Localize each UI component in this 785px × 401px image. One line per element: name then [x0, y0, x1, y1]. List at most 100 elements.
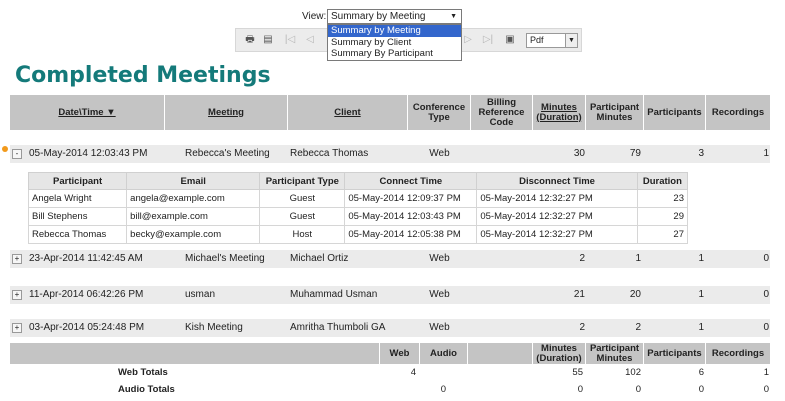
participant-row: Rebecca Thomas becky@example.com Host 05…: [27, 225, 689, 244]
web-totals-row: Web Totals 4 55 102 6 1: [10, 364, 770, 382]
meeting-participants: 1: [698, 322, 704, 333]
participant-column-header: Participant: [27, 172, 128, 190]
meeting-row[interactable]: - 05-May-2014 12:03:43 PM Rebecca's Meet…: [10, 145, 770, 163]
totals-header-minutes: Minutes (Duration): [533, 343, 586, 364]
meeting-client: Muhammad Usman: [290, 289, 378, 300]
meeting-type: Web: [429, 148, 450, 159]
participant-name: Angela Wright: [27, 189, 128, 208]
meeting-type: Web: [429, 289, 450, 300]
active-indicator-dot: [2, 146, 8, 152]
web-totals-label: Web Totals: [118, 367, 168, 378]
prev-page-icon[interactable]: ◁: [304, 34, 316, 46]
meeting-client: Rebecca Thomas: [290, 148, 369, 159]
web-totals-participant-minutes: 102: [625, 367, 641, 378]
meeting-recordings: 0: [763, 289, 769, 300]
collapse-button[interactable]: -: [12, 149, 22, 159]
meeting-datetime: 11-Apr-2014 06:42:26 PM: [29, 289, 144, 300]
column-header-participant-minutes: Participant Minutes: [586, 95, 644, 130]
totals-table-header: Web Audio Minutes (Duration) Participant…: [10, 343, 770, 364]
view-dropdown-list: Summary by Meeting Summary by Client Sum…: [327, 24, 462, 61]
export-format-select[interactable]: Pdf ▼: [526, 33, 578, 48]
meeting-minutes: 30: [573, 148, 585, 159]
audio-totals-row: Audio Totals 0 0 0 0 0: [10, 381, 770, 399]
disconnect-time-column-header: Disconnect Time: [476, 172, 638, 190]
view-label: View:: [302, 11, 327, 22]
web-totals-minutes: 55: [572, 367, 583, 378]
meeting-minutes: 2: [579, 253, 585, 264]
audio-totals-web: [380, 381, 416, 399]
participant-duration: 23: [636, 189, 689, 208]
participant-connect-time: 05-May-2014 12:03:43 PM: [344, 207, 478, 226]
participant-row: Angela Wright angela@example.com Guest 0…: [27, 189, 689, 208]
meeting-minutes: 21: [573, 289, 585, 300]
column-header-billing-reference: Billing Reference Code: [471, 95, 533, 130]
totals-header-participants: Participants: [644, 343, 706, 364]
meeting-client: Amritha Thumboli GA: [290, 322, 386, 333]
meeting-name: Michael's Meeting: [185, 253, 265, 264]
participant-row: Bill Stephens bill@example.com Guest 05-…: [27, 207, 689, 226]
export-icon[interactable]: ▤: [262, 34, 274, 46]
meeting-datetime: 23-Apr-2014 11:42:45 AM: [29, 253, 143, 264]
expand-button[interactable]: +: [12, 254, 22, 264]
audio-totals-minutes: 0: [577, 384, 583, 395]
participant-email: becky@example.com: [126, 225, 261, 244]
audio-totals-recordings: 0: [763, 384, 769, 395]
meeting-type: Web: [429, 253, 450, 264]
participant-type: Host: [259, 225, 346, 244]
expand-button[interactable]: +: [12, 323, 22, 333]
meeting-datetime: 05-May-2014 12:03:43 PM: [29, 148, 148, 159]
chevron-down-icon: ▼: [565, 34, 577, 47]
meeting-row[interactable]: + 11-Apr-2014 06:42:26 PM usman Muhammad…: [10, 286, 770, 304]
view-option-summary-by-meeting[interactable]: Summary by Meeting: [328, 25, 461, 37]
meeting-participants: 1: [698, 289, 704, 300]
meeting-datetime: 03-Apr-2014 05:24:48 PM: [29, 322, 145, 333]
web-totals-participants: 6: [698, 367, 704, 378]
web-totals-recordings: 1: [763, 367, 769, 378]
column-header-client[interactable]: Client: [288, 95, 408, 130]
column-header-conference-type: Conference Type: [408, 95, 471, 130]
column-header-recordings: Recordings: [711, 106, 765, 118]
duration-column-header: Duration: [636, 172, 689, 190]
web-totals-web: 4: [410, 367, 416, 378]
meeting-name: Kish Meeting: [185, 322, 243, 333]
view-select-value: Summary by Meeting: [331, 11, 426, 22]
connect-time-column-header: Connect Time: [344, 172, 478, 190]
view-select[interactable]: Summary by Meeting ▼: [327, 9, 462, 24]
participant-type: Guest: [259, 207, 346, 226]
meeting-row[interactable]: + 23-Apr-2014 11:42:45 AM Michael's Meet…: [10, 250, 770, 268]
meeting-recordings: 0: [763, 322, 769, 333]
page-title: Completed Meetings: [15, 63, 271, 88]
audio-totals-label: Audio Totals: [118, 384, 175, 395]
participant-email: bill@example.com: [126, 207, 261, 226]
expand-button[interactable]: +: [12, 290, 22, 300]
view-option-summary-by-client[interactable]: Summary by Client: [328, 37, 461, 49]
first-page-icon[interactable]: |◁: [284, 34, 296, 46]
meeting-row[interactable]: + 03-Apr-2014 05:24:48 PM Kish Meeting A…: [10, 319, 770, 337]
audio-totals-participants: 0: [698, 384, 704, 395]
view-option-summary-by-participant[interactable]: Summary By Participant: [328, 48, 461, 60]
meetings-table-header: Date\Time ▼ Meeting Client Conference Ty…: [10, 95, 770, 130]
save-icon[interactable]: ▣: [504, 34, 516, 46]
participant-duration: 27: [636, 225, 689, 244]
print-icon[interactable]: 🖶: [244, 34, 256, 46]
participant-name: Bill Stephens: [27, 207, 128, 226]
meeting-name: usman: [185, 289, 216, 300]
meeting-participant-minutes: 2: [635, 322, 641, 333]
next-page-icon[interactable]: ▷: [462, 34, 474, 46]
totals-header-spacer: [10, 343, 380, 364]
column-header-participants: Participants: [644, 95, 706, 130]
column-header-minutes[interactable]: Minutes (Duration): [533, 95, 586, 130]
participant-email: angela@example.com: [126, 189, 261, 208]
audio-totals-audio: 0: [440, 384, 446, 395]
totals-header-audio: Audio: [420, 343, 468, 364]
column-header-datetime[interactable]: Date\Time ▼: [10, 95, 165, 130]
participant-type: Guest: [259, 189, 346, 208]
last-page-icon[interactable]: ▷|: [482, 34, 494, 46]
participant-name: Rebecca Thomas: [27, 225, 128, 244]
column-header-meeting[interactable]: Meeting: [165, 95, 288, 130]
meeting-participants: 1: [698, 253, 704, 264]
email-column-header: Email: [126, 172, 261, 190]
meeting-client: Michael Ortiz: [290, 253, 349, 264]
participant-type-column-header: Participant Type: [259, 172, 346, 190]
meeting-type: Web: [429, 322, 450, 333]
